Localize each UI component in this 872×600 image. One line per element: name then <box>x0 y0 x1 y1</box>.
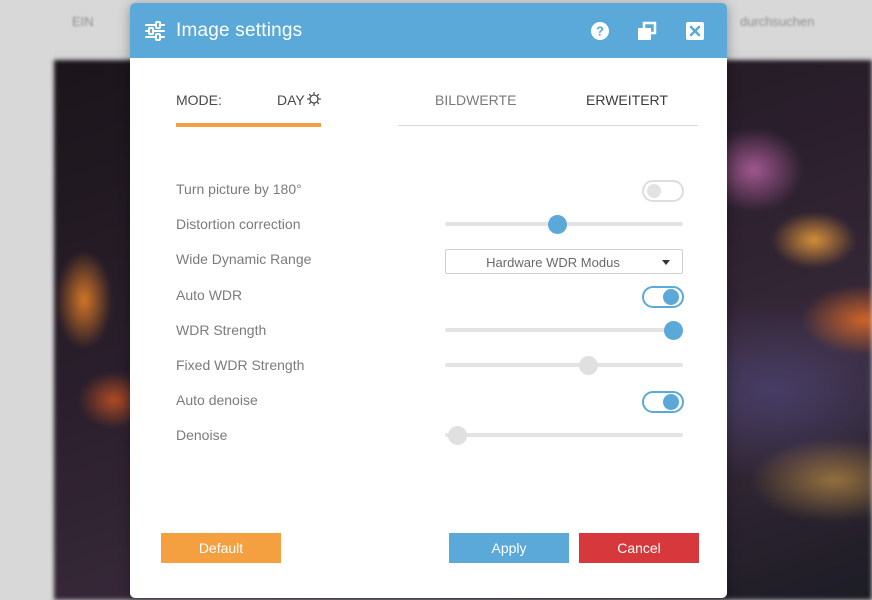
slider-track <box>445 363 683 367</box>
wdr-mode-select[interactable]: Hardware WDR Modus <box>445 249 683 274</box>
toggle-knob <box>663 289 679 305</box>
sliders-icon <box>145 21 165 41</box>
apply-button[interactable]: Apply <box>449 533 569 563</box>
slider-handle[interactable] <box>664 321 684 340</box>
default-button[interactable]: Default <box>161 533 281 563</box>
fixed-wdr-strength-slider[interactable] <box>445 353 683 377</box>
tab-erweitert[interactable]: ERWEITERT <box>586 92 668 108</box>
wdr-strength-slider[interactable] <box>445 318 684 342</box>
restore-window-icon[interactable] <box>636 20 658 42</box>
slider-track <box>445 433 683 437</box>
slider-handle[interactable] <box>447 426 467 445</box>
turn-picture-toggle[interactable] <box>642 180 684 202</box>
close-icon[interactable] <box>684 20 706 42</box>
chevron-down-icon <box>662 260 670 265</box>
auto-wdr-toggle[interactable] <box>642 286 684 308</box>
auto-denoise-label: Auto denoise <box>176 392 258 408</box>
mode-value: DAY <box>277 92 305 108</box>
wide-dynamic-range-label: Wide Dynamic Range <box>176 251 312 267</box>
dialog-titlebar: Image settings ? <box>130 3 727 58</box>
mode-label: MODE: <box>176 92 222 108</box>
denoise-label: Denoise <box>176 427 228 443</box>
auto-wdr-label: Auto WDR <box>176 287 243 303</box>
distortion-correction-slider[interactable] <box>445 212 683 236</box>
wdr-strength-label: WDR Strength <box>176 322 267 338</box>
denoise-slider[interactable] <box>445 423 683 447</box>
dialog-title: Image settings <box>176 20 303 41</box>
help-icon[interactable]: ? <box>589 20 611 42</box>
mode-selector[interactable]: MODE: DAY <box>176 91 321 127</box>
turn-picture-label: Turn picture by 180° <box>176 181 302 197</box>
cancel-button[interactable]: Cancel <box>579 533 699 563</box>
image-settings-dialog: Image settings ? MODE: DAY BILDWERTE ERW… <box>130 3 727 598</box>
toggle-knob <box>663 394 679 410</box>
slider-handle[interactable] <box>547 215 567 234</box>
distortion-correction-label: Distortion correction <box>176 216 301 232</box>
fixed-wdr-strength-label: Fixed WDR Strength <box>176 357 305 373</box>
tabs-divider <box>398 125 698 126</box>
sun-icon <box>307 92 321 106</box>
auto-denoise-toggle[interactable] <box>642 391 684 413</box>
svg-text:?: ? <box>596 24 604 39</box>
tab-bildwerte[interactable]: BILDWERTE <box>435 92 516 108</box>
toggle-knob <box>647 184 661 198</box>
slider-track <box>445 328 683 332</box>
slider-handle[interactable] <box>578 356 598 375</box>
wdr-mode-selected: Hardware WDR Modus <box>486 255 620 270</box>
